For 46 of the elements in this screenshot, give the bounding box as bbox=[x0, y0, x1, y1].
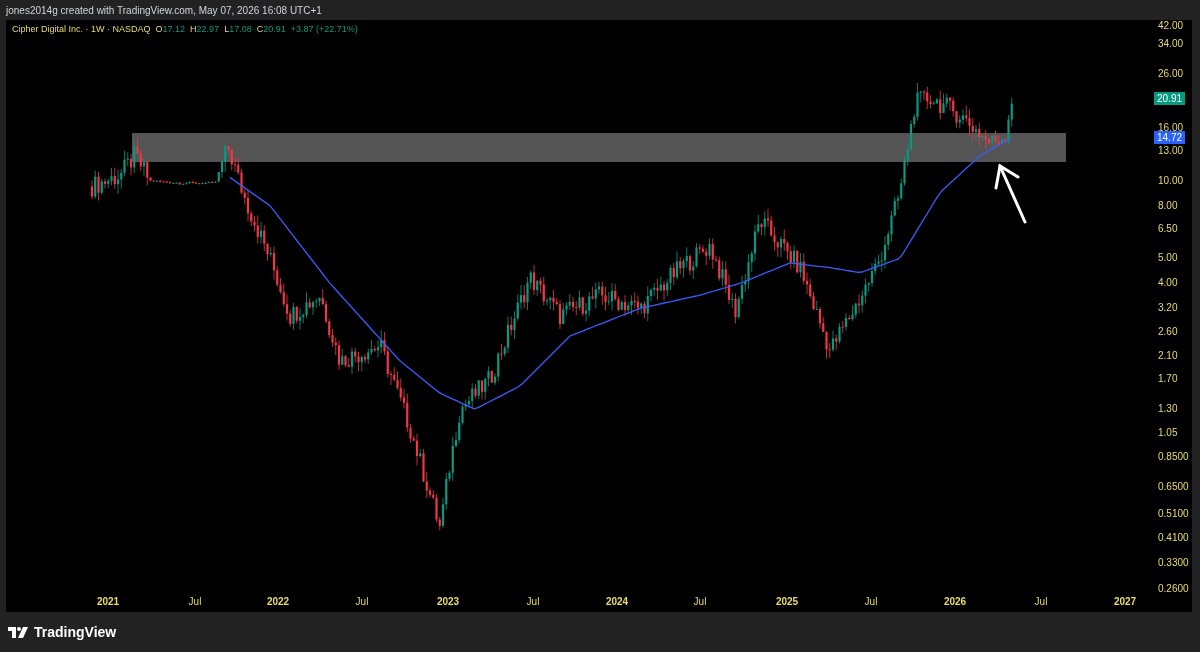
price-axis-label: 10.00 bbox=[1158, 174, 1184, 187]
price-axis-label: 34.00 bbox=[1158, 37, 1184, 50]
price-axis-label: 13.00 bbox=[1158, 145, 1184, 158]
time-axis-label: Jul bbox=[693, 596, 707, 608]
time-axis-label: 2022 bbox=[266, 596, 290, 608]
time-axis-label: 2021 bbox=[96, 596, 120, 608]
price-axis-label: 42.00 bbox=[1158, 20, 1184, 32]
time-axis-label: 2023 bbox=[436, 596, 460, 608]
logo-icon bbox=[8, 626, 28, 638]
time-axis-label: 2024 bbox=[605, 596, 629, 608]
time-axis-label: 2027 bbox=[1113, 596, 1137, 608]
price-axis-label: 1.05 bbox=[1158, 427, 1178, 440]
price-axis-label: 2.60 bbox=[1158, 325, 1178, 338]
price-axis-label: 0.8500 bbox=[1158, 450, 1189, 463]
price-axis-label: 0.3300 bbox=[1158, 556, 1189, 569]
time-axis-label: Jul bbox=[355, 596, 369, 608]
price-tag: 14.72 bbox=[1154, 130, 1186, 144]
brand-name: TradingView bbox=[34, 622, 117, 642]
price-axis-label: 1.70 bbox=[1158, 373, 1178, 386]
time-axis-label: Jul bbox=[1034, 596, 1048, 608]
price-axis-label: 8.00 bbox=[1158, 199, 1178, 212]
price-axis-label: 1.30 bbox=[1158, 403, 1178, 416]
arrow-drawing bbox=[994, 163, 1027, 224]
price-axis-label: 0.2600 bbox=[1158, 583, 1189, 596]
price-axis-label: 2.10 bbox=[1158, 349, 1178, 362]
ohlc-value: O17.12 bbox=[155, 23, 186, 36]
ohlc-value: H22.97 bbox=[190, 23, 220, 36]
ohlc-value: L17.08 bbox=[224, 23, 252, 36]
time-axis-label: Jul bbox=[526, 596, 540, 608]
attribution-text: jones2014g created with TradingView.com, May 07, 2026 16:08 UTC+1 bbox=[6, 3, 322, 18]
price-axis-label: 0.6500 bbox=[1158, 480, 1189, 493]
change-value: +3.87 (+22.71%) bbox=[290, 23, 358, 36]
symbol-title: Cipher Digital Inc. · 1W · NASDAQ bbox=[12, 23, 151, 36]
price-axis-label: 3.20 bbox=[1158, 302, 1178, 315]
price-axis-label: 5.00 bbox=[1158, 252, 1178, 265]
price-axis-label: 6.50 bbox=[1158, 222, 1178, 235]
price-tag: 20.91 bbox=[1154, 91, 1186, 105]
price-axis-label: 26.00 bbox=[1158, 67, 1184, 80]
ohlc-value: C20.91 bbox=[256, 23, 286, 36]
time-axis-label: 2026 bbox=[943, 596, 967, 608]
price-axis-label: 0.4100 bbox=[1158, 532, 1189, 545]
price-axis-label: 4.00 bbox=[1158, 277, 1178, 290]
time-axis-label: Jul bbox=[188, 596, 202, 608]
time-axis-label: 2025 bbox=[775, 596, 799, 608]
time-axis-label: Jul bbox=[864, 596, 878, 608]
price-axis-label: 0.5100 bbox=[1158, 508, 1189, 521]
